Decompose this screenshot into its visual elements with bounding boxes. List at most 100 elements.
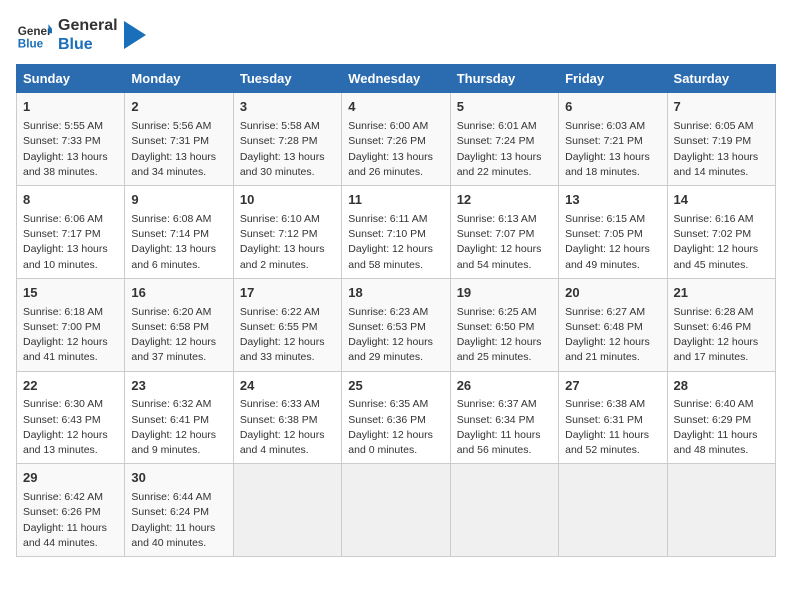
day-number: 27 (565, 377, 660, 396)
calendar-header-row: SundayMondayTuesdayWednesdayThursdayFrid… (17, 65, 776, 93)
calendar-cell (233, 464, 341, 557)
day-number: 11 (348, 191, 443, 210)
day-info: Sunrise: 6:00 AM Sunset: 7:26 PM Dayligh… (348, 119, 443, 180)
day-number: 4 (348, 98, 443, 117)
day-number: 13 (565, 191, 660, 210)
calendar-cell: 17Sunrise: 6:22 AM Sunset: 6:55 PM Dayli… (233, 278, 341, 371)
calendar-week-row: 15 Sunrise: 6:18 AM Sunset: 7:00 PM Dayli… (17, 278, 776, 371)
day-info: Sunrise: 6:38 AM Sunset: 6:31 PM Dayligh… (565, 397, 660, 458)
day-number: 26 (457, 377, 552, 396)
day-number: 23 (131, 377, 226, 396)
calendar-cell: 25Sunrise: 6:35 AM Sunset: 6:36 PM Dayli… (342, 371, 450, 464)
logo: General Blue General Blue (16, 16, 146, 54)
calendar-cell: 16Sunrise: 6:20 AM Sunset: 6:58 PM Dayli… (125, 278, 233, 371)
logo-triangle-icon (124, 21, 146, 49)
day-number: 10 (240, 191, 335, 210)
calendar-cell: 30 Sunrise: 6:44 AM Sunset: 6:24 PM Dayli… (125, 464, 233, 557)
day-number: 12 (457, 191, 552, 210)
calendar-cell: 28Sunrise: 6:40 AM Sunset: 6:29 PM Dayli… (667, 371, 775, 464)
day-info: Sunrise: 6:08 AM Sunset: 7:14 PM Dayligh… (131, 212, 226, 273)
day-info: Sunrise: 6:03 AM Sunset: 7:21 PM Dayligh… (565, 119, 660, 180)
calendar-cell: 7 Sunrise: 6:05 AM Sunset: 7:19 PM Daylig… (667, 93, 775, 186)
day-info: Sunrise: 6:23 AM Sunset: 6:53 PM Dayligh… (348, 305, 443, 366)
day-info: Sunrise: 6:40 AM Sunset: 6:29 PM Dayligh… (674, 397, 769, 458)
day-info: Sunrise: 6:01 AM Sunset: 7:24 PM Dayligh… (457, 119, 552, 180)
day-info: Sunrise: 6:16 AM Sunset: 7:02 PM Dayligh… (674, 212, 769, 273)
day-info: Sunrise: 6:06 AM Sunset: 7:17 PM Dayligh… (23, 212, 118, 273)
calendar-cell: 5 Sunrise: 6:01 AM Sunset: 7:24 PM Daylig… (450, 93, 558, 186)
day-number: 9 (131, 191, 226, 210)
calendar-cell: 29 Sunrise: 6:42 AM Sunset: 6:26 PM Dayli… (17, 464, 125, 557)
page-header: General Blue General Blue (16, 16, 776, 54)
calendar-cell (559, 464, 667, 557)
column-header-monday: Monday (125, 65, 233, 93)
day-info: Sunrise: 5:58 AM Sunset: 7:28 PM Dayligh… (240, 119, 335, 180)
day-number: 5 (457, 98, 552, 117)
day-info: Sunrise: 6:33 AM Sunset: 6:38 PM Dayligh… (240, 397, 335, 458)
day-number: 3 (240, 98, 335, 117)
day-number: 20 (565, 284, 660, 303)
day-number: 21 (674, 284, 769, 303)
day-number: 22 (23, 377, 118, 396)
calendar-cell: 4 Sunrise: 6:00 AM Sunset: 7:26 PM Daylig… (342, 93, 450, 186)
calendar-cell: 20 Sunrise: 6:27 AM Sunset: 6:48 PM Dayli… (559, 278, 667, 371)
day-info: Sunrise: 5:55 AM Sunset: 7:33 PM Dayligh… (23, 119, 118, 180)
day-info: Sunrise: 6:27 AM Sunset: 6:48 PM Dayligh… (565, 305, 660, 366)
day-info: Sunrise: 6:42 AM Sunset: 6:26 PM Dayligh… (23, 490, 118, 551)
calendar-cell: 11 Sunrise: 6:11 AM Sunset: 7:10 PM Dayli… (342, 186, 450, 279)
day-info: Sunrise: 6:28 AM Sunset: 6:46 PM Dayligh… (674, 305, 769, 366)
day-info: Sunrise: 6:32 AM Sunset: 6:41 PM Dayligh… (131, 397, 226, 458)
calendar-cell: 21 Sunrise: 6:28 AM Sunset: 6:46 PM Dayli… (667, 278, 775, 371)
day-number: 7 (674, 98, 769, 117)
calendar-cell: 9 Sunrise: 6:08 AM Sunset: 7:14 PM Daylig… (125, 186, 233, 279)
day-info: Sunrise: 6:13 AM Sunset: 7:07 PM Dayligh… (457, 212, 552, 273)
calendar-cell: 24Sunrise: 6:33 AM Sunset: 6:38 PM Dayli… (233, 371, 341, 464)
column-header-tuesday: Tuesday (233, 65, 341, 93)
logo-blue: Blue (58, 35, 118, 54)
day-number: 8 (23, 191, 118, 210)
calendar-cell (667, 464, 775, 557)
day-number: 19 (457, 284, 552, 303)
day-number: 1 (23, 98, 118, 117)
day-info: Sunrise: 6:18 AM Sunset: 7:00 PM Dayligh… (23, 305, 118, 366)
calendar-cell: 14 Sunrise: 6:16 AM Sunset: 7:02 PM Dayli… (667, 186, 775, 279)
calendar-cell: 1 Sunrise: 5:55 AM Sunset: 7:33 PM Daylig… (17, 93, 125, 186)
day-info: Sunrise: 6:22 AM Sunset: 6:55 PM Dayligh… (240, 305, 335, 366)
day-number: 15 (23, 284, 118, 303)
calendar-cell: 10Sunrise: 6:10 AM Sunset: 7:12 PM Dayli… (233, 186, 341, 279)
calendar-week-row: 8 Sunrise: 6:06 AM Sunset: 7:17 PM Daylig… (17, 186, 776, 279)
calendar-cell: 6 Sunrise: 6:03 AM Sunset: 7:21 PM Daylig… (559, 93, 667, 186)
day-info: Sunrise: 6:44 AM Sunset: 6:24 PM Dayligh… (131, 490, 226, 551)
day-number: 6 (565, 98, 660, 117)
logo-general: General (58, 16, 118, 35)
calendar-cell: 27Sunrise: 6:38 AM Sunset: 6:31 PM Dayli… (559, 371, 667, 464)
column-header-friday: Friday (559, 65, 667, 93)
day-number: 14 (674, 191, 769, 210)
column-header-thursday: Thursday (450, 65, 558, 93)
day-info: Sunrise: 6:25 AM Sunset: 6:50 PM Dayligh… (457, 305, 552, 366)
day-info: Sunrise: 6:05 AM Sunset: 7:19 PM Dayligh… (674, 119, 769, 180)
calendar-cell: 23Sunrise: 6:32 AM Sunset: 6:41 PM Dayli… (125, 371, 233, 464)
logo-icon: General Blue (16, 17, 52, 53)
day-info: Sunrise: 6:15 AM Sunset: 7:05 PM Dayligh… (565, 212, 660, 273)
calendar-week-row: 22Sunrise: 6:30 AM Sunset: 6:43 PM Dayli… (17, 371, 776, 464)
calendar-week-row: 1 Sunrise: 5:55 AM Sunset: 7:33 PM Daylig… (17, 93, 776, 186)
calendar-week-row: 29 Sunrise: 6:42 AM Sunset: 6:26 PM Dayli… (17, 464, 776, 557)
day-info: Sunrise: 6:11 AM Sunset: 7:10 PM Dayligh… (348, 212, 443, 273)
calendar-cell: 2 Sunrise: 5:56 AM Sunset: 7:31 PM Daylig… (125, 93, 233, 186)
day-number: 18 (348, 284, 443, 303)
calendar-cell: 8 Sunrise: 6:06 AM Sunset: 7:17 PM Daylig… (17, 186, 125, 279)
day-number: 16 (131, 284, 226, 303)
calendar-cell: 22Sunrise: 6:30 AM Sunset: 6:43 PM Dayli… (17, 371, 125, 464)
column-header-sunday: Sunday (17, 65, 125, 93)
day-info: Sunrise: 6:30 AM Sunset: 6:43 PM Dayligh… (23, 397, 118, 458)
day-number: 24 (240, 377, 335, 396)
day-info: Sunrise: 5:56 AM Sunset: 7:31 PM Dayligh… (131, 119, 226, 180)
day-number: 30 (131, 469, 226, 488)
day-info: Sunrise: 6:35 AM Sunset: 6:36 PM Dayligh… (348, 397, 443, 458)
calendar-cell: 13 Sunrise: 6:15 AM Sunset: 7:05 PM Dayli… (559, 186, 667, 279)
calendar-cell: 15 Sunrise: 6:18 AM Sunset: 7:00 PM Dayli… (17, 278, 125, 371)
day-number: 2 (131, 98, 226, 117)
day-number: 29 (23, 469, 118, 488)
calendar-cell: 3 Sunrise: 5:58 AM Sunset: 7:28 PM Daylig… (233, 93, 341, 186)
